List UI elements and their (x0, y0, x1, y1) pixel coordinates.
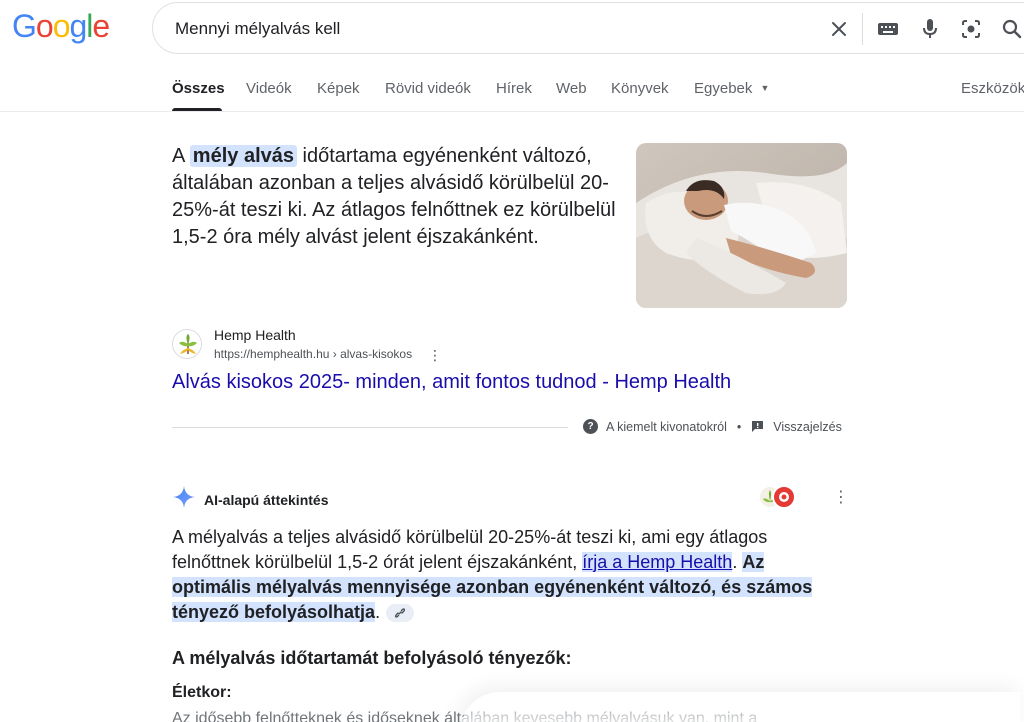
search-tabs: Összes Videók Képek Rövid videók Hírek W… (0, 62, 1024, 112)
search-divider (862, 13, 863, 45)
featured-snippet-text: A mély alvás időtartama egyénenként vált… (172, 143, 622, 251)
source-url: https://hemphealth.hu › alvas-kisokos (214, 347, 413, 361)
dot-separator: • (736, 419, 742, 434)
source-site-name: Hemp Health (214, 327, 296, 343)
ai-overview-title: AI-alapú áttekintés (204, 491, 329, 508)
search-box[interactable]: Mennyi mélyalvás kell (152, 2, 1024, 54)
lens-camera-icon[interactable] (958, 16, 984, 42)
logo-letter: G (12, 8, 37, 44)
logo-letter: o (35, 8, 54, 44)
gemini-sparkle-icon (172, 485, 196, 514)
ai-text-period: . (375, 602, 381, 622)
logo-letter: o (52, 8, 71, 44)
search-input[interactable]: Mennyi mélyalvás kell (175, 19, 340, 39)
keyboard-icon[interactable] (875, 16, 901, 42)
ai-overview-header: AI-alapú áttekintés (172, 485, 328, 514)
result-title-link[interactable]: Alvás kisokos 2025- minden, amit fontos … (172, 371, 731, 394)
snippet-meta: ? A kiemelt kivonatokról • Visszajelzés (583, 419, 842, 434)
tab-more[interactable]: Egyebek ▼ (694, 80, 769, 97)
ai-subheading: A mélyalvás időtartamát befolyásoló tény… (172, 648, 572, 668)
caret-down-icon: ▼ (760, 83, 770, 93)
microphone-icon[interactable] (917, 16, 943, 42)
feedback-icon[interactable] (751, 420, 764, 433)
divider (172, 427, 568, 428)
snippet-prefix: A (172, 145, 190, 167)
ai-text-end: . (732, 552, 743, 572)
tab-web[interactable]: Web (556, 80, 587, 97)
tab-all[interactable]: Összes (172, 80, 225, 97)
hemp-health-favicon (172, 329, 202, 359)
tab-news[interactable]: Hírek (496, 80, 532, 97)
active-tab-indicator (172, 108, 222, 111)
tab-books[interactable]: Könyvek (611, 80, 669, 97)
help-icon[interactable]: ? (583, 419, 598, 434)
tab-images[interactable]: Képek (317, 80, 360, 97)
show-more-overlay[interactable] (460, 692, 1020, 722)
google-logo[interactable]: Google (12, 8, 110, 45)
ai-source-link[interactable]: írja a Hemp Health (582, 552, 733, 572)
snippet-image[interactable] (636, 143, 847, 308)
ai-overview-paragraph: A mélyalvás a teljes alvásidő körülbelül… (172, 525, 832, 625)
tools-button[interactable]: Eszközök (961, 80, 1024, 97)
logo-letter: e (92, 8, 110, 44)
search-icon[interactable] (999, 16, 1024, 42)
logo-letter: g (69, 8, 87, 44)
snippet-highlight: mély alvás (189, 145, 297, 167)
tab-more-label: Egyebek (694, 80, 753, 97)
other-source-icon (772, 485, 796, 509)
feedback-link[interactable]: Visszajelzés (773, 420, 842, 434)
tab-short-videos[interactable]: Rövid videók (385, 80, 471, 97)
tab-videos[interactable]: Videók (246, 80, 292, 97)
clear-search-icon[interactable] (826, 16, 852, 42)
ai-list-label: Életkor: (172, 684, 232, 701)
more-options-icon[interactable]: ⋮ (428, 347, 442, 364)
about-snippets-link[interactable]: A kiemelt kivonatokról (606, 420, 727, 434)
link-chip-icon[interactable] (386, 604, 415, 623)
ai-more-options-icon[interactable]: ⋮ (833, 487, 849, 507)
ai-sources-icons[interactable] (758, 485, 798, 509)
